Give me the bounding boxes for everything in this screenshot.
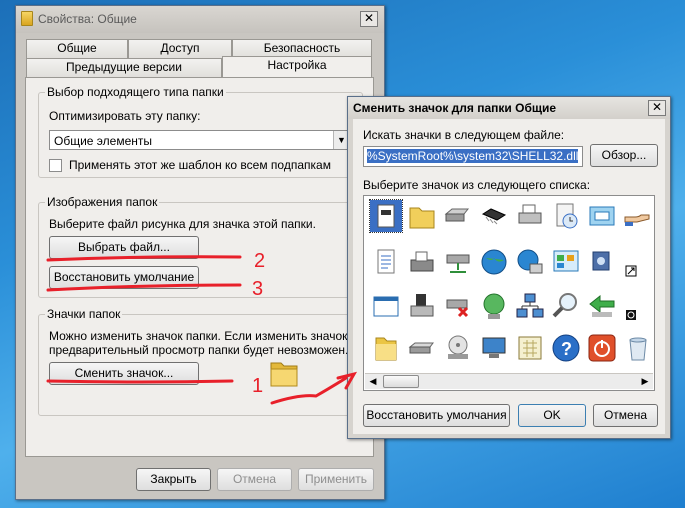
dialog-close-icon[interactable]: ✕ [648, 100, 666, 116]
apply-button[interactable]: Применить [298, 468, 374, 491]
power-icon[interactable] [586, 332, 618, 364]
fax-icon[interactable] [406, 246, 438, 278]
change-icon-titlebar[interactable]: Сменить значок для папки Общие ✕ [348, 97, 670, 119]
browse-button[interactable]: Обзор... [590, 144, 658, 167]
text-document-icon[interactable] [370, 246, 402, 278]
properties-window: Свойства: Общие ✕ Общие Доступ Безопасно… [15, 5, 385, 500]
svg-text:?: ? [561, 339, 572, 359]
apply-subfolders-checkbox[interactable] [49, 159, 62, 172]
restore-default-button[interactable]: Восстановить умолчание [49, 266, 199, 289]
globe-icon[interactable] [478, 246, 510, 278]
ok-button[interactable]: OK [518, 404, 586, 427]
icon-list-scrollbar[interactable]: ◀ ▶ [365, 373, 653, 389]
folder-icon[interactable] [406, 200, 438, 232]
shortcut-arrow-icon[interactable] [622, 246, 654, 278]
printer-icon[interactable] [514, 200, 546, 232]
change-icon-title: Сменить значок для папки Общие [353, 101, 557, 115]
icon-list-label: Выберите значок из следующего списка: [363, 178, 591, 192]
folder-type-value: Общие элементы [54, 134, 152, 148]
tab-sharing[interactable]: Доступ [128, 39, 232, 58]
help-icon[interactable]: ? [550, 332, 582, 364]
tab-customize[interactable]: Настройка [222, 56, 372, 77]
folder-icons-group: Значки папок Можно изменить значок папки… [38, 307, 363, 416]
blank-document-icon[interactable] [369, 199, 403, 233]
cd-drive-icon[interactable] [442, 332, 474, 364]
choose-file-button[interactable]: Выбрать файл... [49, 236, 199, 259]
icon-file-path-input[interactable]: %SystemRoot%\system32\SHELL32.dll [363, 146, 583, 167]
green-arrow-icon[interactable] [586, 290, 618, 322]
folder-open-icon[interactable] [370, 332, 402, 364]
network-globe-icon[interactable] [514, 246, 546, 278]
folder-icons-desc-line1: Можно изменить значок папки. Если измени… [49, 329, 351, 343]
change-icon-dialog: Сменить значок для папки Общие ✕ Искать … [347, 96, 671, 439]
magnifier-icon[interactable] [550, 290, 582, 322]
customize-panel: Выбор подходящего типа папки Оптимизиров… [25, 77, 374, 457]
app-window-icon[interactable] [370, 290, 402, 322]
cancel-button[interactable]: Отмена [217, 468, 292, 491]
calendar-icon[interactable] [514, 332, 546, 364]
folder-pictures-group: Изображения папок Выберите файл рисунка … [38, 195, 363, 298]
tab-general[interactable]: Общие [26, 39, 128, 58]
computer-icon[interactable] [478, 332, 510, 364]
recycle-bin-icon[interactable] [622, 332, 654, 364]
optimize-label: Оптимизировать эту папку: [49, 109, 201, 123]
scroll-thumb[interactable] [383, 375, 419, 388]
drive-icon[interactable] [406, 332, 438, 364]
audio-cd-icon[interactable] [586, 246, 618, 278]
tab-previous-versions[interactable]: Предыдущие версии [26, 58, 222, 77]
folder-title-icon [21, 11, 33, 26]
folder-icons-desc-line2: предварительный просмотр папки будет нев… [49, 343, 349, 357]
close-icon[interactable]: ✕ [360, 11, 378, 27]
properties-titlebar[interactable]: Свойства: Общие ✕ [16, 6, 384, 33]
hand-share-icon[interactable] [622, 200, 654, 232]
folder-type-group-title: Выбор подходящего типа папки [45, 85, 226, 99]
floppy-icon[interactable] [406, 290, 438, 322]
power-small-icon[interactable] [622, 290, 654, 322]
scroll-right-icon[interactable]: ▶ [637, 374, 653, 390]
drive-x-icon[interactable] [442, 290, 474, 322]
apply-subfolders-label: Применять этот же шаблон ко всем подпапк… [69, 158, 331, 172]
close-button[interactable]: Закрыть [136, 468, 211, 491]
folder-type-group: Выбор подходящего типа папки Оптимизиров… [38, 85, 363, 178]
properties-title: Свойства: Общие [38, 12, 137, 26]
globe-network-icon[interactable] [478, 290, 510, 322]
folder-icons-group-title: Значки папок [45, 307, 123, 321]
icon-list[interactable]: ? ◀ ▶ [363, 195, 655, 391]
control-panel-icon[interactable] [550, 246, 582, 278]
network-drive-icon[interactable] [442, 246, 474, 278]
clock-document-icon[interactable] [550, 200, 582, 232]
folder-preview-icon [270, 362, 298, 387]
network-computers-icon[interactable] [514, 290, 546, 322]
restore-defaults-button[interactable]: Восстановить умолчания [363, 404, 510, 427]
chip-icon[interactable] [478, 200, 510, 232]
folder-type-select[interactable]: Общие элементы ▼ [49, 130, 350, 150]
icon-file-path-value: %SystemRoot%\system32\SHELL32.dll [367, 149, 579, 163]
change-icon-button[interactable]: Сменить значок... [49, 362, 199, 385]
hard-drive-icon[interactable] [442, 200, 474, 232]
folder-pictures-group-title: Изображения папок [45, 195, 160, 209]
search-file-label: Искать значки в следующем файле: [363, 128, 565, 142]
scroll-left-icon[interactable]: ◀ [365, 374, 381, 390]
dialog-cancel-button[interactable]: Отмена [593, 404, 658, 427]
window-icon[interactable] [586, 200, 618, 232]
change-icon-body: Искать значки в следующем файле: %System… [353, 119, 665, 434]
folder-pictures-desc: Выберите файл рисунка для значка этой па… [49, 217, 316, 231]
